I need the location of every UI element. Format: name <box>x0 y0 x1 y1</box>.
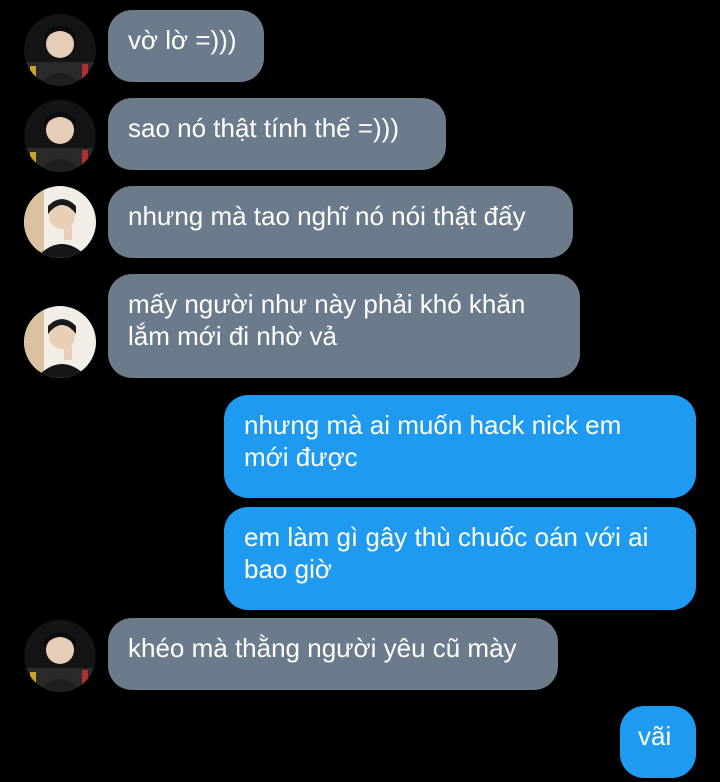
incoming-message-bubble[interactable]: sao nó thật tính thế =))) <box>108 98 446 170</box>
incoming-message-bubble[interactable]: vờ lờ =))) <box>108 10 264 82</box>
avatar-light-icon <box>24 306 96 378</box>
incoming-message-bubble[interactable]: khéo mà thằng người yêu cũ mày <box>108 618 558 690</box>
contact-avatar-dark[interactable] <box>24 14 96 86</box>
outgoing-message-bubble[interactable]: nhưng mà ai muốn hack nick em mới được <box>224 395 696 498</box>
outgoing-message-bubble[interactable]: em làm gì gây thù chuốc oán với ai bao g… <box>224 507 696 610</box>
contact-avatar-light[interactable] <box>24 306 96 378</box>
incoming-message-bubble[interactable]: nhưng mà tao nghĩ nó nói thật đấy <box>108 186 573 258</box>
avatar-dark-icon <box>24 14 96 86</box>
contact-avatar-light[interactable] <box>24 186 96 258</box>
incoming-message-bubble[interactable]: mấy người như này phải khó khăn lắm mới … <box>108 274 580 378</box>
avatar-light-icon <box>24 186 96 258</box>
contact-avatar-dark[interactable] <box>24 100 96 172</box>
contact-avatar-dark[interactable] <box>24 620 96 692</box>
outgoing-message-bubble[interactable]: vãi <box>620 706 696 778</box>
avatar-dark-icon <box>24 100 96 172</box>
avatar-dark-icon <box>24 620 96 692</box>
